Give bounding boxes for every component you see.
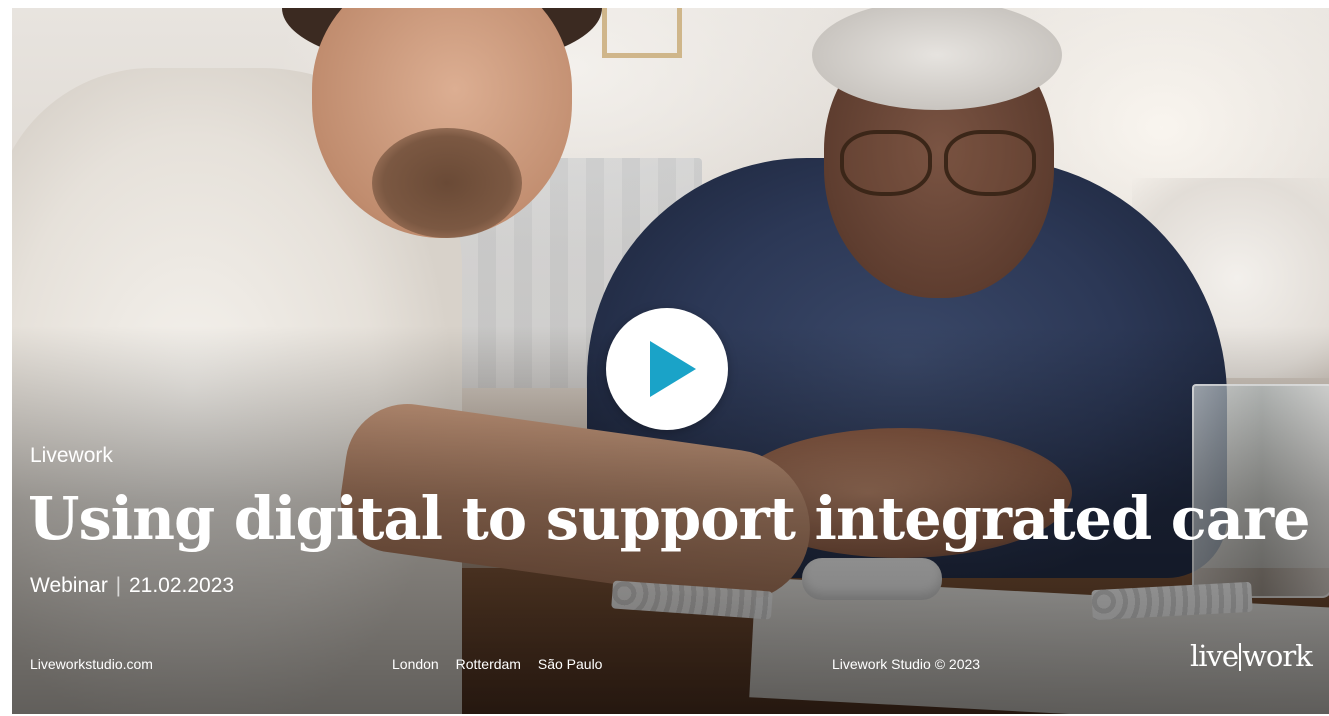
subtitle-separator: | <box>115 574 122 597</box>
play-icon <box>650 341 696 397</box>
footer-copyright: Livework Studio © 2023 <box>832 656 981 672</box>
video-title: Using digital to support integrated care <box>28 484 1311 553</box>
play-button[interactable] <box>606 308 728 430</box>
footer-website: Liveworkstudio.com <box>30 656 153 672</box>
livework-logo: live work <box>1190 639 1313 673</box>
subtitle-date: 21.02.2023 <box>128 574 235 597</box>
city-sao-paulo: São Paulo <box>537 656 603 672</box>
logo-right: work <box>1242 639 1313 673</box>
video-player[interactable]: Livework Using digital to support integr… <box>12 8 1329 714</box>
logo-left: live <box>1190 639 1239 673</box>
video-subtitle: Webinar | 21.02.2023 <box>30 574 234 598</box>
city-london: London <box>392 656 439 672</box>
footer-cities: London Rotterdam São Paulo <box>392 656 615 672</box>
brand-label: Livework <box>30 444 113 467</box>
city-rotterdam: Rotterdam <box>455 656 521 672</box>
subtitle-type: Webinar <box>30 574 108 597</box>
